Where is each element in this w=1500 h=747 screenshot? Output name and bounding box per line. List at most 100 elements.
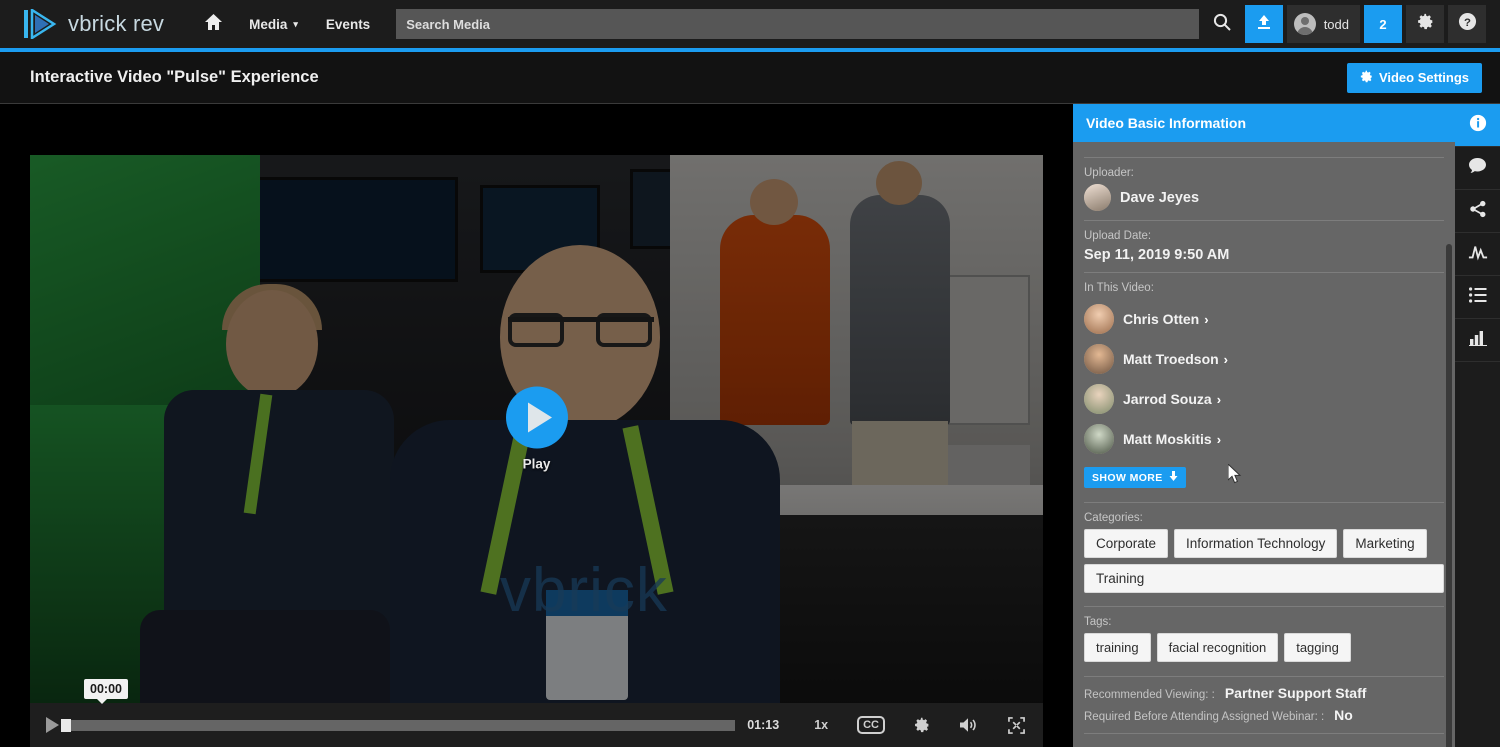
rail-tab-index[interactable] (1455, 276, 1500, 319)
chevron-right-icon: › (1216, 431, 1222, 447)
help-button[interactable]: ? (1448, 5, 1486, 43)
show-more-label: SHOW MORE (1092, 471, 1163, 484)
upload-date-value: Sep 11, 2019 9:50 AM (1084, 247, 1230, 263)
panel-scrollbar[interactable] (1446, 244, 1452, 747)
avatar (1084, 424, 1114, 454)
category-chip[interactable]: Corporate (1084, 529, 1169, 558)
show-more-button[interactable]: SHOW MORE (1084, 467, 1186, 488)
chevron-down-icon: ▾ (293, 18, 298, 29)
avatar (1084, 384, 1114, 414)
notifications-button[interactable]: 2 (1364, 5, 1402, 43)
progress-handle[interactable] (61, 718, 71, 732)
nav-item-events-label: Events (325, 16, 371, 32)
rail-tab-pulse[interactable] (1455, 233, 1500, 276)
brand[interactable]: vbrick rev (24, 7, 164, 41)
gear-icon (1417, 13, 1434, 35)
player-settings-button[interactable] (914, 717, 930, 733)
custom-field-value: No (1334, 707, 1353, 723)
person-name: Jarrod Souza (1123, 391, 1212, 407)
uploader-label: Uploader: (1084, 167, 1134, 179)
category-chip[interactable]: Information Technology (1174, 529, 1338, 558)
volume-button[interactable] (960, 717, 978, 733)
upload-date-label: Upload Date: (1084, 230, 1152, 242)
search-submit-button[interactable] (1203, 5, 1241, 43)
custom-field-row: Required Before Attending Assigned Webin… (1084, 707, 1444, 723)
panel-title: Video Basic Information (1073, 104, 1455, 142)
clipped-field-above (1084, 142, 1444, 148)
home-icon (205, 13, 223, 35)
divider (1084, 733, 1444, 734)
tag-chip[interactable]: tagging (1284, 633, 1351, 662)
settings-button[interactable] (1406, 5, 1444, 43)
custom-field-row: Recommended Viewing: : Partner Support S… (1084, 685, 1444, 701)
notification-count: 2 (1379, 16, 1387, 32)
in-this-video-list: Chris Otten › Matt Troedson › Jarrod Sou… (1084, 304, 1444, 454)
category-chip[interactable]: Training (1084, 564, 1444, 593)
closed-captions-button[interactable]: CC (857, 716, 885, 734)
video-info-panel: Video Basic Information Uploader: Dave J… (1073, 104, 1455, 747)
nav-item-home[interactable] (192, 0, 235, 50)
play-icon (505, 386, 568, 449)
progress-bar[interactable] (61, 718, 736, 732)
info-icon (1469, 114, 1487, 137)
tag-chip[interactable]: facial recognition (1156, 633, 1279, 662)
play-button[interactable] (46, 717, 59, 733)
category-chip[interactable]: Marketing (1343, 529, 1427, 558)
list-item[interactable]: Chris Otten › (1084, 304, 1444, 334)
categories-label: Categories: (1084, 512, 1143, 524)
user-name: todd (1323, 16, 1349, 32)
pulse-icon (1468, 243, 1488, 266)
user-menu-button[interactable]: todd (1286, 5, 1360, 43)
rail-tab-analytics[interactable] (1455, 319, 1500, 362)
fullscreen-button[interactable] (1008, 716, 1025, 734)
list-item[interactable]: Jarrod Souza › (1084, 384, 1444, 414)
nav-item-events[interactable]: Events (312, 0, 384, 50)
list-item[interactable]: Matt Troedson › (1084, 344, 1444, 374)
uploader-name: Dave Jeyes (1120, 189, 1200, 206)
categories-list: Corporate Information Technology Marketi… (1084, 529, 1444, 593)
tags-label: Tags: (1084, 616, 1112, 628)
arrow-down-icon (1169, 471, 1178, 484)
video-settings-label: Video Settings (1378, 70, 1469, 85)
vbrick-play-logo-icon (24, 7, 58, 41)
divider (1084, 157, 1444, 158)
person-name: Chris Otten (1123, 311, 1200, 327)
user-avatar-icon (1293, 13, 1316, 35)
bar-chart-icon (1468, 329, 1487, 351)
panel-body[interactable]: Uploader: Dave Jeyes Upload Date: Sep 11… (1073, 142, 1455, 747)
panel-tab-rail (1455, 104, 1500, 747)
rail-tab-info[interactable] (1455, 104, 1500, 147)
video-player[interactable]: vbrick Play (30, 155, 1043, 703)
tag-chip[interactable]: training (1084, 633, 1151, 662)
video-stage: vbrick Play 00:00 01:13 1x CC (0, 104, 1073, 747)
video-settings-button[interactable]: Video Settings (1346, 62, 1482, 93)
uploader-row: Dave Jeyes (1084, 184, 1444, 211)
divider (1084, 272, 1444, 273)
mouse-cursor (1227, 462, 1242, 484)
person-name: Matt Troedson (1123, 351, 1219, 367)
chevron-right-icon: › (1223, 351, 1229, 367)
play-overlay-label: Play (522, 456, 551, 472)
chevron-right-icon: › (1216, 391, 1222, 407)
divider (1084, 220, 1444, 221)
search-icon (1213, 13, 1231, 36)
list-icon (1468, 286, 1487, 308)
svg-text:?: ? (1464, 17, 1471, 29)
app-root: vbrick rev Media ▾ Events Search Media t… (0, 0, 1500, 747)
comment-icon (1468, 157, 1487, 179)
divider (1084, 606, 1444, 607)
divider (1084, 502, 1444, 503)
rail-tab-share[interactable] (1455, 190, 1500, 233)
search-input[interactable] (396, 9, 1199, 39)
player-controls: 00:00 01:13 1x CC (30, 679, 1043, 747)
playback-speed-button[interactable]: 1x (814, 718, 828, 732)
nav-item-media[interactable]: Media ▾ (235, 0, 312, 50)
upload-button[interactable] (1244, 5, 1283, 43)
list-item[interactable]: Matt Moskitis › (1084, 424, 1444, 454)
upload-icon (1256, 14, 1272, 35)
search-container (396, 9, 1199, 39)
rail-tab-comments[interactable] (1455, 147, 1500, 190)
play-overlay-button[interactable]: Play (505, 386, 568, 472)
page-header: Interactive Video "Pulse" Experience Vid… (0, 52, 1500, 104)
help-icon: ? (1458, 12, 1477, 36)
